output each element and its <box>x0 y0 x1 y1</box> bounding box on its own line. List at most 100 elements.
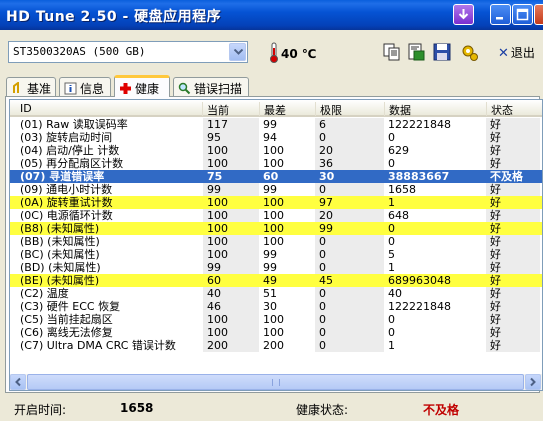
cell-current: 99 <box>207 261 221 274</box>
exit-label: 退出 <box>510 46 535 60</box>
column-header-threshold[interactable]: 极限 <box>315 102 342 117</box>
tab-error-scan[interactable]: 错误扫描 <box>173 77 249 96</box>
table-row[interactable]: (04) 启动/停止 计数 100 100 20 629 好 <box>10 144 542 157</box>
tab-health[interactable]: 健康 <box>114 75 170 97</box>
close-button[interactable] <box>534 4 543 25</box>
cell-threshold: 0 <box>319 261 326 274</box>
cell-status: 好 <box>490 326 501 339</box>
cell-status: 不及格 <box>490 170 523 183</box>
title-bar[interactable]: HD Tune 2.50 - 硬盘应用程序 <box>0 0 543 30</box>
column-header-data[interactable]: 数据 <box>384 102 411 117</box>
scroll-left-button[interactable] <box>10 374 26 390</box>
table-row[interactable]: (C2) 温度 40 51 0 40 好 <box>10 287 542 300</box>
tab-health-label: 健康 <box>135 82 160 96</box>
minimize-button[interactable] <box>490 4 511 25</box>
table-row[interactable]: (C7) Ultra DMA CRC 错误计数 200 200 0 1 好 <box>10 339 542 352</box>
tab-info-label: 信息 <box>80 82 105 96</box>
table-row[interactable]: (09) 通电小时计数 99 99 0 1658 好 <box>10 183 542 196</box>
cell-id: (C6) 离线无法修复 <box>20 326 113 339</box>
maximize-icon <box>516 8 529 21</box>
table-row[interactable]: (BE) (未知属性) 60 49 45 689963048 好 <box>10 274 542 287</box>
scroll-thumb[interactable] <box>27 374 524 390</box>
tab-error-scan-label: 错误扫描 <box>194 82 243 96</box>
cell-data: 0 <box>388 235 395 248</box>
cell-current: 100 <box>207 248 228 261</box>
smart-attribute-list[interactable]: ID 当前 最差 极限 数据 状态 (01) Raw 读取误码率 117 99 6 12… <box>9 99 543 391</box>
download-button[interactable] <box>453 4 474 25</box>
cell-current: 100 <box>207 157 228 170</box>
cell-id: (C7) Ultra DMA CRC 错误计数 <box>20 339 176 352</box>
exit-button[interactable]: ✕ 退出 <box>498 44 535 62</box>
cell-worst: 99 <box>263 118 277 131</box>
column-header-current[interactable]: 当前 <box>202 102 229 117</box>
cell-status: 好 <box>490 118 501 131</box>
column-header-worst[interactable]: 最差 <box>259 102 286 117</box>
cell-id: (C2) 温度 <box>20 287 69 300</box>
minimize-icon <box>496 17 503 20</box>
uptime-value: 1658 <box>120 401 154 415</box>
column-header-id[interactable]: ID <box>16 102 32 116</box>
cell-status: 好 <box>490 300 501 313</box>
table-row[interactable]: (BD) (未知属性) 99 99 0 1 好 <box>10 261 542 274</box>
cell-worst: 200 <box>263 339 284 352</box>
cell-current: 60 <box>207 274 221 287</box>
cell-threshold: 20 <box>319 144 333 157</box>
scroll-right-button[interactable] <box>525 374 541 390</box>
cell-status: 好 <box>490 183 501 196</box>
chevron-left-icon <box>15 377 21 387</box>
table-row[interactable]: (03) 旋转启动时间 95 94 0 0 好 <box>10 131 542 144</box>
dropdown-arrow-button[interactable] <box>229 43 246 61</box>
cell-worst: 100 <box>263 313 284 326</box>
table-row[interactable]: (07) 寻道错误率 75 60 30 38883667 不及格 <box>10 170 542 183</box>
cell-threshold: 0 <box>319 248 326 261</box>
save-document-icon[interactable] <box>406 42 426 62</box>
cell-threshold: 0 <box>319 287 326 300</box>
maximize-button[interactable] <box>512 4 533 25</box>
copy-icon[interactable] <box>382 42 402 62</box>
uptime-label: 开启时间: <box>14 403 67 417</box>
cell-worst: 99 <box>263 183 277 196</box>
cell-worst: 94 <box>263 131 277 144</box>
cell-status: 好 <box>490 235 501 248</box>
cell-current: 100 <box>207 222 228 235</box>
cell-worst: 100 <box>263 157 284 170</box>
table-row[interactable]: (0A) 旋转重试计数 100 100 97 1 好 <box>10 196 542 209</box>
table-row[interactable]: (BB) (未知属性) 100 100 0 0 好 <box>10 235 542 248</box>
column-header-status[interactable]: 状态 <box>486 102 513 117</box>
horizontal-scrollbar[interactable] <box>10 374 542 390</box>
tab-benchmark[interactable]: 基准 <box>6 77 56 96</box>
cell-current: 200 <box>207 339 228 352</box>
cell-threshold: 0 <box>319 183 326 196</box>
cell-threshold: 30 <box>319 170 335 183</box>
table-row[interactable]: (05) 再分配扇区计数 100 100 36 0 好 <box>10 157 542 170</box>
cell-id: (04) 启动/停止 计数 <box>20 144 120 157</box>
table-row[interactable]: (01) Raw 读取误码率 117 99 6 122221848 好 <box>10 118 542 131</box>
cell-current: 95 <box>207 131 221 144</box>
window-title: HD Tune 2.50 - 硬盘应用程序 <box>6 9 222 25</box>
cell-current: 75 <box>207 170 223 183</box>
cell-threshold: 36 <box>319 157 333 170</box>
cell-data: 122221848 <box>388 118 451 131</box>
tab-info[interactable]: 信息 <box>59 77 111 96</box>
drive-select[interactable]: ST3500320AS (500 GB) <box>8 41 248 63</box>
cell-data: 1 <box>388 261 395 274</box>
cell-threshold: 99 <box>319 222 333 235</box>
floppy-save-icon[interactable] <box>432 42 452 62</box>
cell-data: 38883667 <box>388 170 450 183</box>
table-row[interactable]: (0C) 电源循环计数 100 100 20 648 好 <box>10 209 542 222</box>
magnifier-icon <box>178 82 191 95</box>
table-row[interactable]: (BC) (未知属性) 100 99 0 5 好 <box>10 248 542 261</box>
table-row[interactable]: (C5) 当前挂起扇区 100 100 0 0 好 <box>10 313 542 326</box>
table-row[interactable]: (C6) 离线无法修复 100 100 0 0 好 <box>10 326 542 339</box>
cell-data: 40 <box>388 287 402 300</box>
table-row[interactable]: (B8) (未知属性) 100 100 99 0 好 <box>10 222 542 235</box>
cell-threshold: 6 <box>319 118 326 131</box>
options-gear-icon[interactable] <box>460 42 480 62</box>
cell-data: 0 <box>388 313 395 326</box>
cell-threshold: 0 <box>319 300 326 313</box>
cell-threshold: 0 <box>319 235 326 248</box>
table-row[interactable]: (C3) 硬件 ECC 恢复 46 30 0 122221848 好 <box>10 300 542 313</box>
cell-data: 0 <box>388 131 395 144</box>
cell-data: 0 <box>388 326 395 339</box>
cell-threshold: 97 <box>319 196 333 209</box>
